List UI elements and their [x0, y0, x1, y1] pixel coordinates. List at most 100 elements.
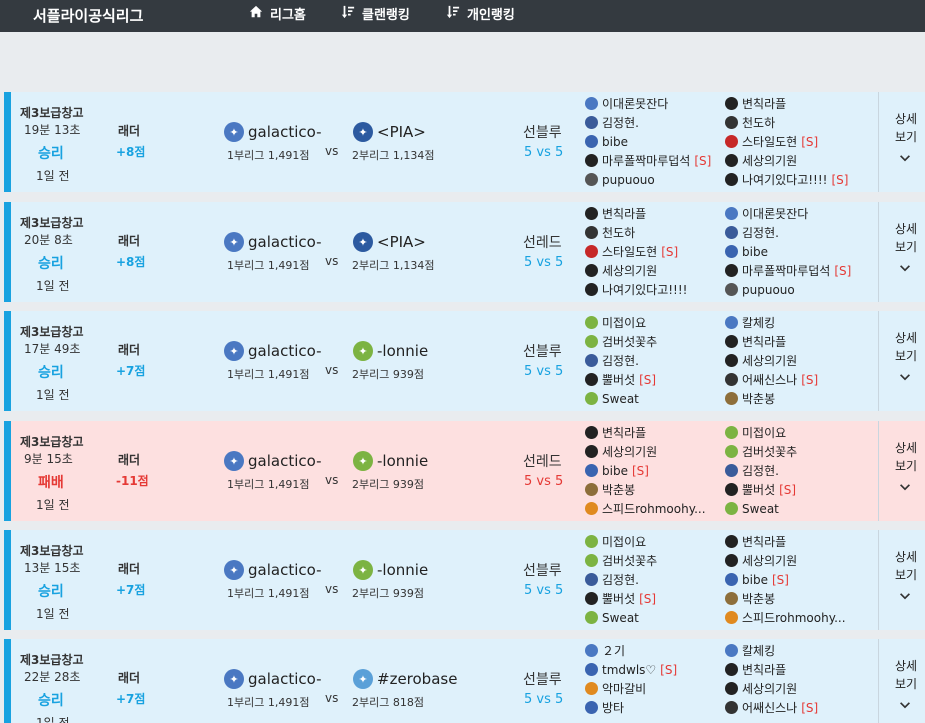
- match-card: 제3보급창고 22분 28초 승리 1일 전 래더 +7점 ✦ galactico…: [4, 639, 925, 723]
- match-time-ago: 1일 전: [36, 388, 70, 402]
- clan-home-league: 1부리그 1,491점: [227, 259, 310, 272]
- player-entry[interactable]: 이대론못잔다: [585, 94, 711, 113]
- player-entry[interactable]: bibe [S]: [585, 461, 710, 480]
- player-entry[interactable]: 변칙라플: [725, 94, 848, 113]
- player-entry[interactable]: pupuouo: [725, 280, 851, 299]
- player-entry[interactable]: Sweat: [725, 499, 801, 518]
- nav-clan-ranking[interactable]: 클랜랭킹: [341, 0, 410, 32]
- player-entry[interactable]: 검버섯꽃추: [585, 551, 661, 570]
- player-entry[interactable]: 미접이요: [725, 423, 801, 442]
- player-icon: [725, 207, 738, 220]
- player-entry[interactable]: 악마갈비: [585, 679, 677, 698]
- clan-home[interactable]: ✦ galactico-: [224, 560, 321, 580]
- player-entry[interactable]: 방타: [585, 698, 677, 717]
- detail-button[interactable]: 상세 보기: [878, 92, 925, 192]
- clan-home-league: 1부리그 1,491점: [227, 478, 310, 491]
- player-entry[interactable]: 천도하: [725, 113, 848, 132]
- clan-away[interactable]: ✦ <PIA>: [353, 232, 426, 252]
- clan-away[interactable]: ✦ -lonnie: [353, 560, 428, 580]
- player-icon: [725, 264, 738, 277]
- player-entry[interactable]: Sweat: [585, 608, 661, 627]
- player-entry[interactable]: 김정현.: [585, 113, 711, 132]
- player-entry[interactable]: 박춘봉: [585, 480, 710, 499]
- player-entry[interactable]: 변칙라플: [585, 204, 691, 223]
- player-entry[interactable]: 검버섯꽃추: [585, 332, 661, 351]
- player-entry[interactable]: 변칙라플: [725, 332, 818, 351]
- player-entry[interactable]: 스타일도현 [S]: [725, 132, 848, 151]
- player-entry[interactable]: 나여기있다고!!!!: [585, 280, 691, 299]
- player-entry[interactable]: 마루폴짝마루덥석 [S]: [725, 261, 851, 280]
- player-entry[interactable]: 박춘봉: [725, 589, 850, 608]
- clan-away[interactable]: ✦ #zerobase: [353, 669, 457, 689]
- player-entry[interactable]: 스타일도현 [S]: [585, 242, 691, 261]
- detail-button[interactable]: 상세 보기: [878, 311, 925, 411]
- player-name: 악마갈비: [602, 682, 647, 696]
- player-icon: [725, 445, 738, 458]
- player-entry[interactable]: 어쌔신스나 [S]: [725, 698, 818, 717]
- player-entry[interactable]: 뿔버섯 [S]: [585, 589, 661, 608]
- clan-away[interactable]: ✦ -lonnie: [353, 341, 428, 361]
- nav-personal-ranking[interactable]: 개인랭킹: [446, 0, 515, 32]
- player-entry[interactable]: 스피드rohmoohy...: [725, 608, 850, 627]
- player-entry[interactable]: 뿔버섯 [S]: [725, 480, 801, 499]
- player-entry[interactable]: 칼체킹: [725, 313, 818, 332]
- clan-home[interactable]: ✦ galactico-: [224, 451, 321, 471]
- clan-home[interactable]: ✦ galactico-: [224, 122, 321, 142]
- player-entry[interactable]: 세상의기원: [585, 261, 691, 280]
- player-entry[interactable]: 변칙라플: [725, 660, 818, 679]
- match-result: 승리: [38, 146, 64, 162]
- player-entry[interactable]: 어쌔신스나 [S]: [725, 370, 818, 389]
- player-entry[interactable]: 천도하: [585, 223, 691, 242]
- player-entry[interactable]: 김정현.: [725, 461, 801, 480]
- detail-button[interactable]: 상세 보기: [878, 639, 925, 723]
- clan-name: galactico-: [248, 233, 322, 251]
- galactico-emblem-icon: ✦: [224, 232, 244, 252]
- player-entry[interactable]: 김정현.: [585, 570, 661, 589]
- player-entry[interactable]: 세상의기원: [725, 151, 848, 170]
- player-entry[interactable]: 미접이요: [585, 313, 661, 332]
- player-icon: [725, 335, 738, 348]
- clan-home[interactable]: ✦ galactico-: [224, 669, 321, 689]
- clan-away-league: 2부리그 1,134점: [352, 259, 435, 272]
- brand-title[interactable]: 서플라이공식리그: [33, 0, 143, 32]
- player-entry[interactable]: bibe: [725, 242, 851, 261]
- player-entry[interactable]: bibe [S]: [725, 570, 850, 589]
- player-entry[interactable]: 스피드rohmoohy...: [585, 499, 710, 518]
- player-entry[interactable]: 김정현.: [585, 351, 661, 370]
- player-entry[interactable]: 세상의기원: [725, 679, 818, 698]
- nav-league-home[interactable]: 리그홈: [249, 0, 306, 32]
- player-entry[interactable]: tmdwls♡ [S]: [585, 660, 677, 679]
- player-name: 변칙라플: [742, 335, 787, 349]
- player-entry[interactable]: 세상의기원: [585, 442, 710, 461]
- clan-home[interactable]: ✦ galactico-: [224, 341, 321, 361]
- player-entry[interactable]: 박춘봉: [725, 389, 818, 408]
- player-name: bibe: [602, 134, 628, 149]
- player-name: 이대론못잔다: [602, 97, 669, 111]
- player-entry[interactable]: Sweat: [585, 389, 661, 408]
- player-entry[interactable]: 변칙라플: [585, 423, 710, 442]
- player-entry[interactable]: 나여기있다고!!!! [S]: [725, 170, 848, 189]
- player-entry[interactable]: 검버섯꽃추: [725, 442, 801, 461]
- player-entry[interactable]: 변칙라플: [725, 532, 850, 551]
- clan-name: galactico-: [248, 452, 322, 470]
- clan-home[interactable]: ✦ galactico-: [224, 232, 321, 252]
- player-entry[interactable]: 이대론못잔다: [725, 204, 851, 223]
- player-tag: [S]: [661, 244, 679, 259]
- player-entry[interactable]: 미접이요: [585, 532, 661, 551]
- player-entry[interactable]: 세상의기원: [725, 551, 850, 570]
- player-entry[interactable]: 마루폴짝마루덥석 [S]: [585, 151, 711, 170]
- player-entry[interactable]: bibe: [585, 132, 711, 151]
- player-entry[interactable]: ２기: [585, 641, 677, 660]
- player-entry[interactable]: 세상의기원: [725, 351, 818, 370]
- player-entry[interactable]: 뿔버섯 [S]: [585, 370, 661, 389]
- player-entry[interactable]: 김정현.: [725, 223, 851, 242]
- clan-away[interactable]: ✦ <PIA>: [353, 122, 426, 142]
- clan-home-league: 1부리그 1,491점: [227, 368, 310, 381]
- detail-button[interactable]: 상세 보기: [878, 421, 925, 521]
- detail-button[interactable]: 상세 보기: [878, 202, 925, 302]
- player-entry[interactable]: pupuouo: [585, 170, 711, 189]
- player-entry[interactable]: 칼체킹: [725, 641, 818, 660]
- clan-away[interactable]: ✦ -lonnie: [353, 451, 428, 471]
- player-icon: [725, 316, 738, 329]
- detail-button[interactable]: 상세 보기: [878, 530, 925, 630]
